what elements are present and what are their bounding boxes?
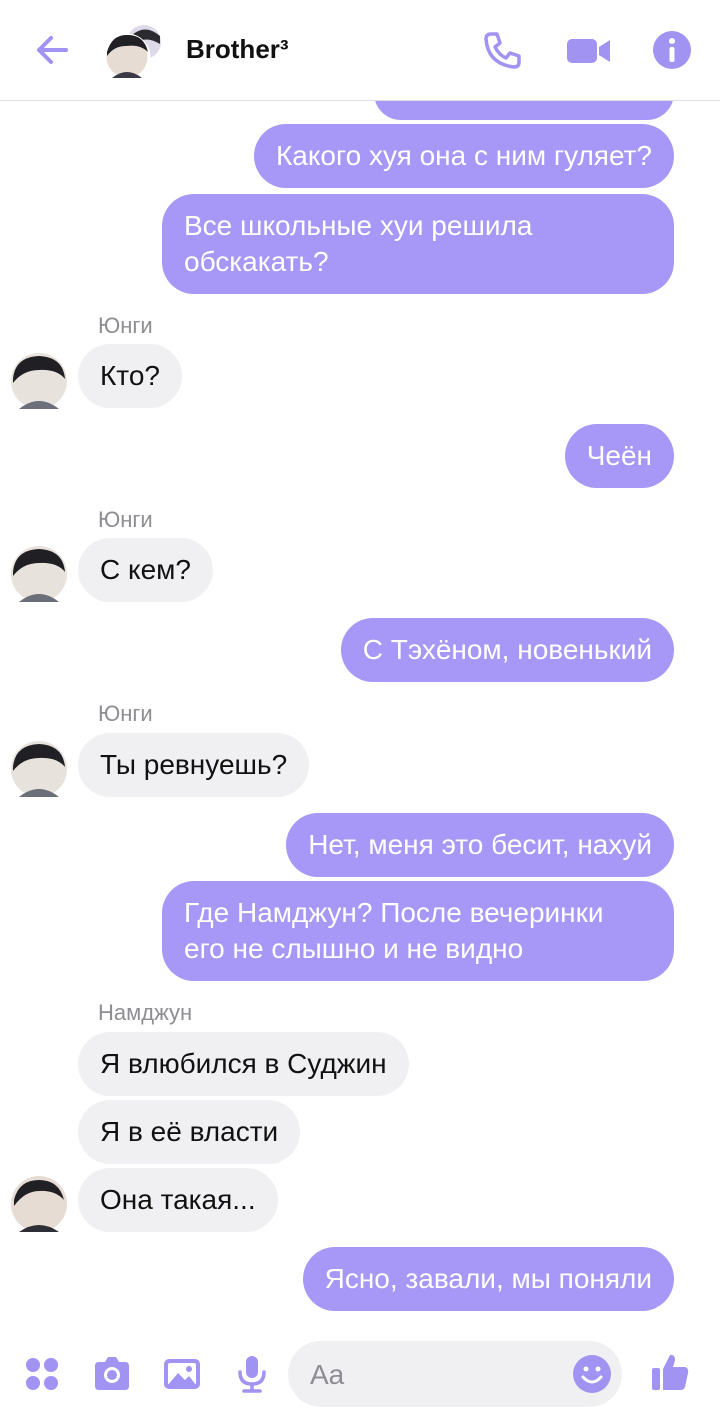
message-input-box[interactable] <box>288 1341 622 1407</box>
message-bubble-outgoing[interactable]: Нет, меня это бесит, нахуй <box>286 813 674 877</box>
message-list[interactable]: Какого хуя она с ним гуляет? Все школьны… <box>0 100 720 1326</box>
info-icon[interactable] <box>652 30 692 70</box>
message-bubble-outgoing[interactable]: Все школьные хуи решила обскакать? <box>162 194 674 294</box>
image-icon[interactable] <box>162 1354 202 1394</box>
message-input[interactable] <box>308 1355 552 1395</box>
camera-icon[interactable] <box>92 1354 132 1394</box>
avatar[interactable] <box>11 741 67 797</box>
conversation-title[interactable]: Brother³ <box>186 34 289 65</box>
group-avatar[interactable] <box>104 22 162 80</box>
message-bubble-outgoing[interactable]: С Тэхёном, новенький <box>340 618 674 682</box>
sender-name: Юнги <box>98 313 153 338</box>
message-bubble-outgoing[interactable]: Ясно, завали, мы поняли <box>302 1247 674 1311</box>
message-bubble-incoming[interactable]: Ты ревнуешь? <box>78 733 310 797</box>
message-bubble-outgoing[interactable]: Чеён <box>564 424 674 488</box>
apps-icon[interactable] <box>22 1354 62 1394</box>
back-arrow-icon[interactable] <box>32 30 72 70</box>
emoji-icon[interactable] <box>572 1354 612 1394</box>
message-bubble-incoming[interactable]: С кем? <box>78 538 213 602</box>
phone-icon[interactable] <box>482 30 522 70</box>
avatar[interactable] <box>11 1176 67 1232</box>
message-bubble-outgoing[interactable]: Какого хуя она с ним гуляет? <box>253 124 674 188</box>
chat-header: Brother³ <box>0 0 720 101</box>
message-bubble-incoming[interactable]: Я в её власти <box>78 1100 301 1164</box>
message-bubble-outgoing[interactable] <box>374 100 674 120</box>
thumbs-up-icon[interactable] <box>650 1352 690 1392</box>
microphone-icon[interactable] <box>232 1354 272 1394</box>
message-bubble-incoming[interactable]: Она такая... <box>78 1168 278 1232</box>
sender-name: Юнги <box>98 701 153 726</box>
message-bubble-outgoing[interactable]: Где Намджун? После вечеринки его не слыш… <box>162 881 674 981</box>
message-bubble-incoming[interactable]: Я влюбился в Суджин <box>78 1032 409 1096</box>
sender-name: Юнги <box>98 507 153 532</box>
video-camera-icon[interactable] <box>566 30 612 70</box>
message-bubble-incoming[interactable]: Кто? <box>78 344 182 408</box>
sender-name: Намджун <box>98 1000 193 1025</box>
avatar[interactable] <box>11 353 67 409</box>
avatar[interactable] <box>11 546 67 602</box>
